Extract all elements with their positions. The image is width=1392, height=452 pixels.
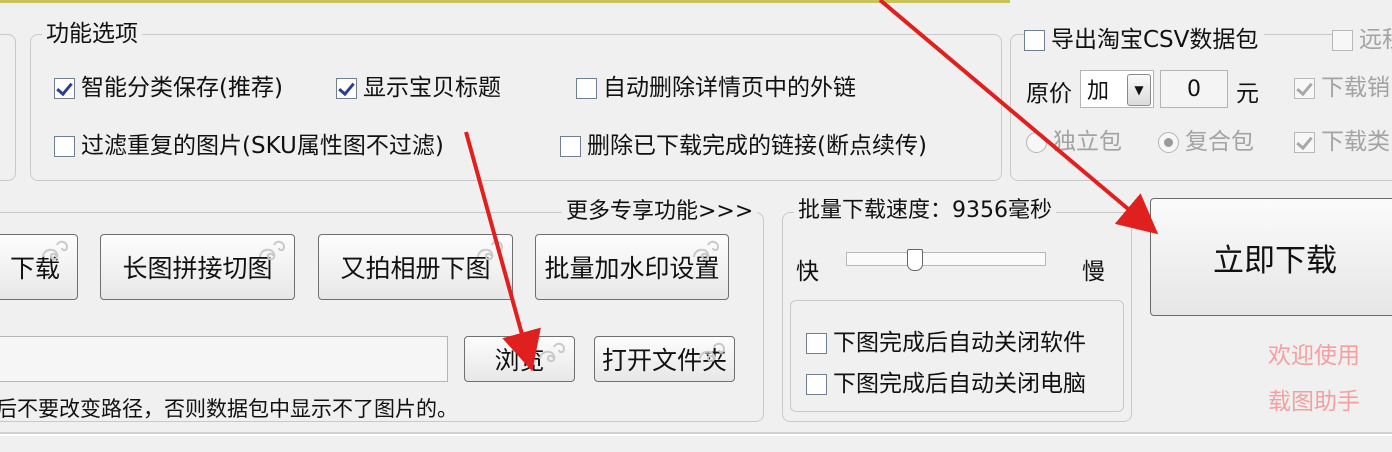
price-operator-select[interactable]: 加 ▼ xyxy=(1080,70,1154,108)
show-title-checkbox[interactable]: 显示宝贝标题 xyxy=(336,73,501,103)
auto-close-app-checkbox[interactable]: 下图完成后自动关闭软件 xyxy=(806,328,1086,358)
bottom-divider-shadow xyxy=(0,434,1392,436)
standalone-radio[interactable]: 独立包 xyxy=(1026,127,1122,157)
export-csv-box[interactable] xyxy=(1024,29,1045,51)
delete-completed-label: 删除已下载完成的链接(断点续传) xyxy=(587,133,927,159)
filter-duplicates-label: 过滤重复的图片(SKU属性图不过滤) xyxy=(81,133,444,159)
watermark-text-line2: 载图助手 xyxy=(1268,389,1360,415)
standalone-radio-dot[interactable] xyxy=(1026,131,1047,153)
download-now-label: 立即下载 xyxy=(1213,242,1337,279)
standalone-label: 独立包 xyxy=(1053,129,1122,155)
open-folder-button-label: 打开文件夹 xyxy=(601,346,727,375)
composite-radio[interactable]: 复合包 xyxy=(1158,127,1254,157)
top-border xyxy=(0,0,1010,3)
auto-close-app-box[interactable] xyxy=(806,332,827,354)
more-features-link[interactable]: 更多专享功能>>> xyxy=(562,198,758,226)
show-title-box[interactable] xyxy=(336,77,357,99)
options-group-title: 功能选项 xyxy=(42,20,142,48)
filter-duplicates-checkbox[interactable]: 过滤重复的图片(SKU属性图不过滤) xyxy=(54,131,444,161)
youpai-album-button[interactable]: 又拍相册下图 xyxy=(318,234,513,300)
slow-label: 慢 xyxy=(1082,259,1105,285)
save-path-input[interactable] xyxy=(0,336,448,382)
auto-shutdown-label: 下图完成后自动关闭电脑 xyxy=(833,371,1086,397)
remote-box[interactable] xyxy=(1332,29,1353,51)
watermark-text-line1: 欢迎使用 xyxy=(1268,343,1360,369)
long-image-button[interactable]: 长图拼接切图 xyxy=(100,234,295,300)
price-unit: 元 xyxy=(1236,81,1259,107)
smart-save-checkbox[interactable]: 智能分类保存(推荐) xyxy=(54,73,283,103)
open-folder-button[interactable]: 打开文件夹 xyxy=(594,336,735,382)
smart-save-box[interactable] xyxy=(54,77,75,99)
chevron-down-icon[interactable]: ▼ xyxy=(1127,74,1151,106)
download-now-button[interactable]: 立即下载 xyxy=(1150,198,1392,316)
browse-button[interactable]: 浏览 xyxy=(464,336,575,382)
filter-duplicates-box[interactable] xyxy=(54,135,75,157)
dl-sales-checkbox[interactable]: 下载销 xyxy=(1294,73,1390,103)
watermark-settings-button[interactable]: 批量加水印设置 xyxy=(535,234,729,300)
smart-save-label: 智能分类保存(推荐) xyxy=(81,75,283,101)
delete-completed-checkbox[interactable]: 删除已下载完成的链接(断点续传) xyxy=(560,131,927,161)
price-value-input[interactable]: 0 xyxy=(1160,70,1228,108)
speed-slider-track[interactable] xyxy=(846,249,1046,271)
price-operator-value: 加 xyxy=(1087,79,1110,104)
remote-label: 远程 xyxy=(1359,27,1392,53)
remote-checkbox[interactable]: 远程 xyxy=(1332,25,1392,55)
export-csv-label: 导出淘宝CSV数据包 xyxy=(1051,27,1259,53)
export-csv-checkbox[interactable]: 导出淘宝CSV数据包 xyxy=(1024,25,1265,55)
auto-shutdown-box[interactable] xyxy=(806,373,827,395)
speed-title: 批量下载速度：9356毫秒 xyxy=(794,197,1056,225)
watermark-settings-button-label: 批量加水印设置 xyxy=(544,254,720,283)
auto-shutdown-checkbox[interactable]: 下图完成后自动关闭电脑 xyxy=(806,369,1086,399)
delete-completed-box[interactable] xyxy=(560,135,581,157)
dl-category-label: 下载类 xyxy=(1321,129,1390,155)
long-image-button-label: 长图拼接切图 xyxy=(122,254,273,283)
download-button[interactable]: 下载 xyxy=(0,234,78,300)
browse-button-label: 浏览 xyxy=(494,346,545,375)
composite-radio-dot[interactable] xyxy=(1158,131,1179,153)
left-panel-edge xyxy=(0,34,16,181)
auto-delete-links-box[interactable] xyxy=(576,77,597,99)
youpai-album-button-label: 又拍相册下图 xyxy=(340,254,491,283)
path-hint-text: 后不要改变路径，否则数据包中显示不了图片的。 xyxy=(0,397,458,421)
price-value: 0 xyxy=(1187,76,1201,102)
auto-close-app-label: 下图完成后自动关闭软件 xyxy=(833,330,1086,356)
auto-delete-links-label: 自动删除详情页中的外链 xyxy=(603,75,856,101)
dl-sales-box[interactable] xyxy=(1294,77,1315,99)
speed-slider-thumb[interactable] xyxy=(907,249,923,271)
show-title-label: 显示宝贝标题 xyxy=(363,75,501,101)
dl-sales-label: 下载销 xyxy=(1321,75,1390,101)
dl-category-box[interactable] xyxy=(1294,131,1315,153)
price-label: 原价 xyxy=(1026,81,1072,107)
composite-label: 复合包 xyxy=(1185,129,1254,155)
dl-category-checkbox[interactable]: 下载类 xyxy=(1294,127,1390,157)
download-button-label: 下载 xyxy=(9,254,60,283)
auto-delete-links-checkbox[interactable]: 自动删除详情页中的外链 xyxy=(576,73,856,103)
fast-label: 快 xyxy=(796,259,819,285)
